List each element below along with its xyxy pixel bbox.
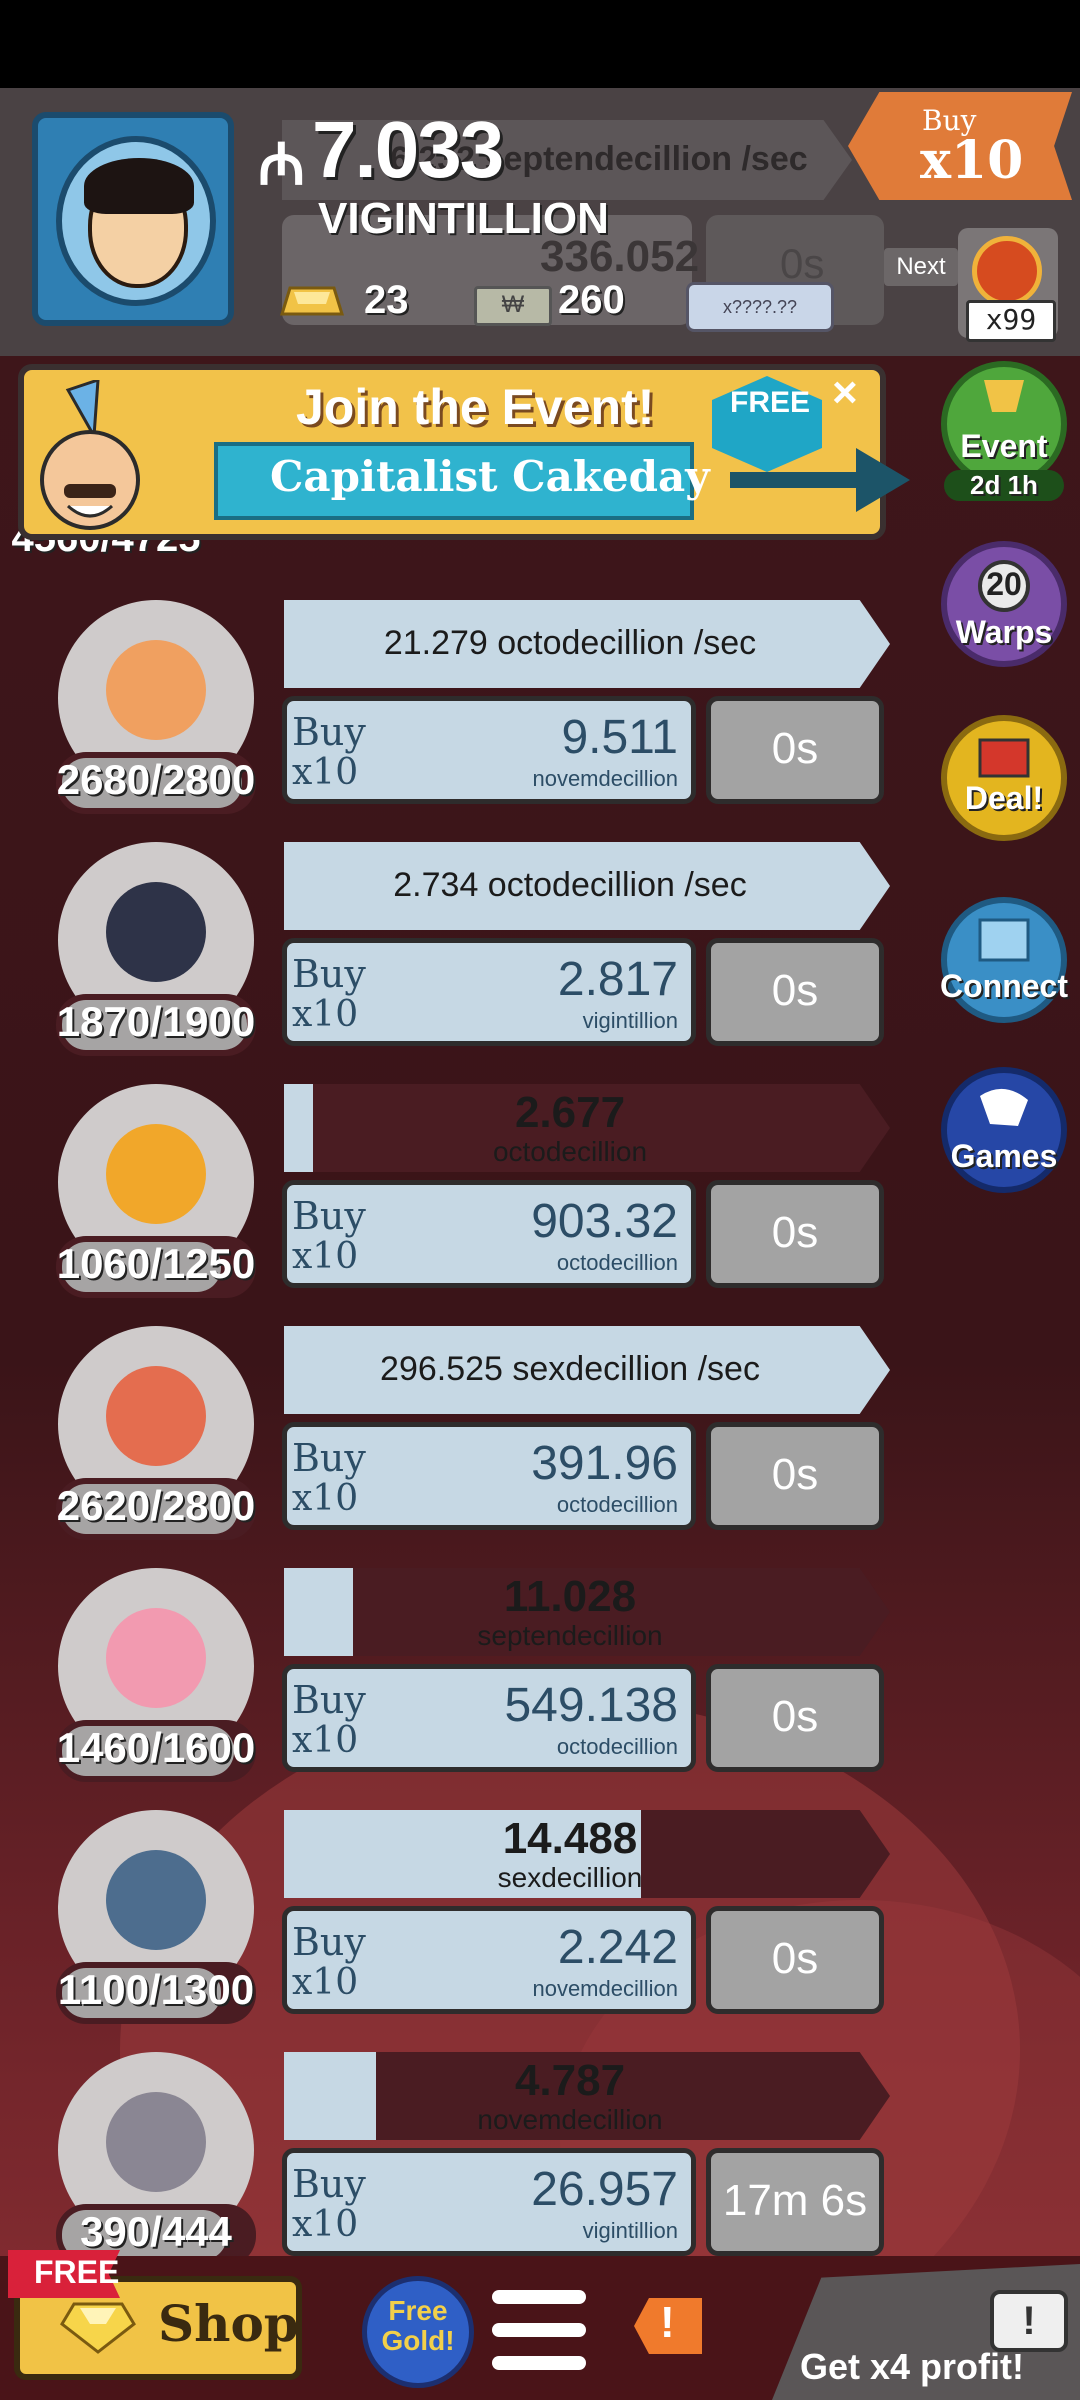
gold-gem-icon (60, 2302, 136, 2354)
buy-price: 26.957 (531, 2163, 678, 2216)
buy-multiplier: x10 (292, 2204, 359, 2245)
alert-mark: ! (660, 2298, 675, 2347)
owned-count: 1460/1600 (56, 1724, 256, 1771)
production-unit: sexdecillion (497, 1862, 643, 1893)
buy-price: 903.32 (531, 1195, 678, 1248)
owned-count: 2680/2800 (56, 756, 256, 803)
megabucks-icon: ₩ (474, 286, 552, 326)
production-amount: 2.677 (514, 1088, 626, 1137)
warps-label: Warps (955, 614, 1053, 650)
buy-multiplier: x10 (292, 1236, 359, 1277)
buy-price: 2.242 (557, 1921, 678, 1974)
buy-price-unit: vigintillion (582, 1008, 678, 1033)
money-symbol-icon: ₼ (258, 132, 305, 197)
timer-text: 0s (771, 1208, 819, 1257)
production-unit: septendecillion (477, 1620, 663, 1651)
games-label: Games (950, 1138, 1058, 1174)
money-unit: VIGINTILLION (318, 194, 609, 243)
buy-price: 549.138 (504, 1679, 678, 1732)
buy-word: Buy (292, 2162, 366, 2206)
business-icon (106, 1850, 206, 1950)
buy-price-unit: novemdecillion (532, 1976, 678, 2001)
timer-text: 0s (771, 724, 819, 773)
event-badge-label: Event (960, 428, 1048, 464)
production-rate: 21.279 octodecillion /sec (383, 624, 757, 662)
owned-count: 1060/1250 (56, 1240, 256, 1287)
next-unlock-count: x99 (966, 300, 1056, 342)
megabucks-count: 260 (558, 278, 625, 322)
buy-word: Buy (292, 1920, 366, 1964)
buy-price-unit: octodecillion (556, 1734, 678, 1759)
buy-price: 2.817 (557, 953, 678, 1006)
timer-text: 17m 6s (722, 2176, 868, 2225)
buy-word: Buy (292, 1194, 366, 1238)
buy-word: Buy (292, 1436, 366, 1480)
business-icon (106, 882, 206, 982)
buy-multiplier: x10 (292, 752, 359, 793)
event-close-button[interactable]: × (832, 368, 858, 418)
menu-icon[interactable] (492, 2290, 586, 2370)
production-unit: octodecillion (492, 1136, 648, 1167)
timer-text: 0s (771, 1692, 819, 1741)
tv-icon: ! (990, 2290, 1068, 2352)
timer-text: 0s (771, 1934, 819, 1983)
buy-price-unit: vigintillion (582, 2218, 678, 2243)
production-amount: 14.488 (502, 1814, 638, 1863)
gold-count: 23 (364, 278, 409, 322)
free-gold-label: Free Gold! (381, 2295, 455, 2356)
business-icon (106, 640, 206, 740)
business-icon (106, 1366, 206, 1466)
buy-price-unit: octodecillion (556, 1492, 678, 1517)
next-unlock-label: Next (884, 248, 958, 286)
buy-word: Buy (292, 952, 366, 996)
production-rate: 296.525 sexdecillion /sec (380, 1350, 760, 1388)
buy-word: Buy (292, 710, 366, 754)
event-free-text: FREE (730, 386, 811, 419)
hair-icon (84, 158, 194, 214)
owned-count: 1870/1900 (56, 998, 256, 1045)
owned-count: 2620/2800 (56, 1482, 256, 1529)
bill-icon[interactable]: x????.?? (686, 282, 834, 332)
status-bar (0, 0, 1080, 88)
buy-multiplier-value: x10 (920, 130, 1024, 191)
header-ghost-time-text: 0s (780, 240, 825, 287)
money-amount: 7.033 (312, 105, 504, 194)
buy-price: 9.511 (561, 711, 678, 764)
event-title: Join the Event! (296, 379, 655, 435)
event-badge-timer: 2d 1h (944, 470, 1064, 501)
production-amount: 11.028 (503, 1572, 637, 1621)
event-subtitle: Capitalist Cakeday (270, 452, 710, 501)
production-amount: 4.787 (514, 2056, 626, 2105)
production-unit: novemdecillion (477, 2104, 663, 2135)
deal-badge-icon[interactable] (940, 714, 1068, 842)
deal-label: Deal! (964, 780, 1044, 816)
event-character-icon (40, 380, 140, 530)
profile-avatar[interactable] (32, 112, 234, 326)
owned-count: 390/444 (80, 2208, 232, 2255)
buy-word: Buy (292, 1678, 366, 1722)
buy-price: 391.96 (531, 1437, 678, 1490)
business-icon (106, 1608, 206, 1708)
business-icon (106, 2092, 206, 2192)
shop-label: Shop (158, 2294, 299, 2353)
buy-multiplier: x10 (292, 1478, 359, 1519)
next-unlock-icon (972, 236, 1042, 306)
timer-text: 0s (771, 1450, 819, 1499)
buy-multiplier: x10 (292, 1720, 359, 1761)
connect-label: Connect (940, 968, 1068, 1004)
owned-count: 1100/1300 (57, 1966, 255, 2013)
production-rate: 2.734 octodecillion /sec (393, 866, 747, 904)
business-icon (106, 1124, 206, 1224)
timer-text: 0s (771, 966, 819, 1015)
buy-multiplier: x10 (292, 994, 359, 1035)
warps-count: 20 (986, 566, 1022, 602)
buy-multiplier: x10 (292, 1962, 359, 2003)
profit-boost-label: Get x4 profit! (800, 2346, 1025, 2387)
gold-bar-icon (280, 286, 344, 316)
buy-price-unit: octodecillion (556, 1250, 678, 1275)
event-badge-icon[interactable] (940, 360, 1068, 488)
shop-free-text: FREE (34, 2254, 120, 2290)
buy-price-unit: novemdecillion (532, 766, 678, 791)
